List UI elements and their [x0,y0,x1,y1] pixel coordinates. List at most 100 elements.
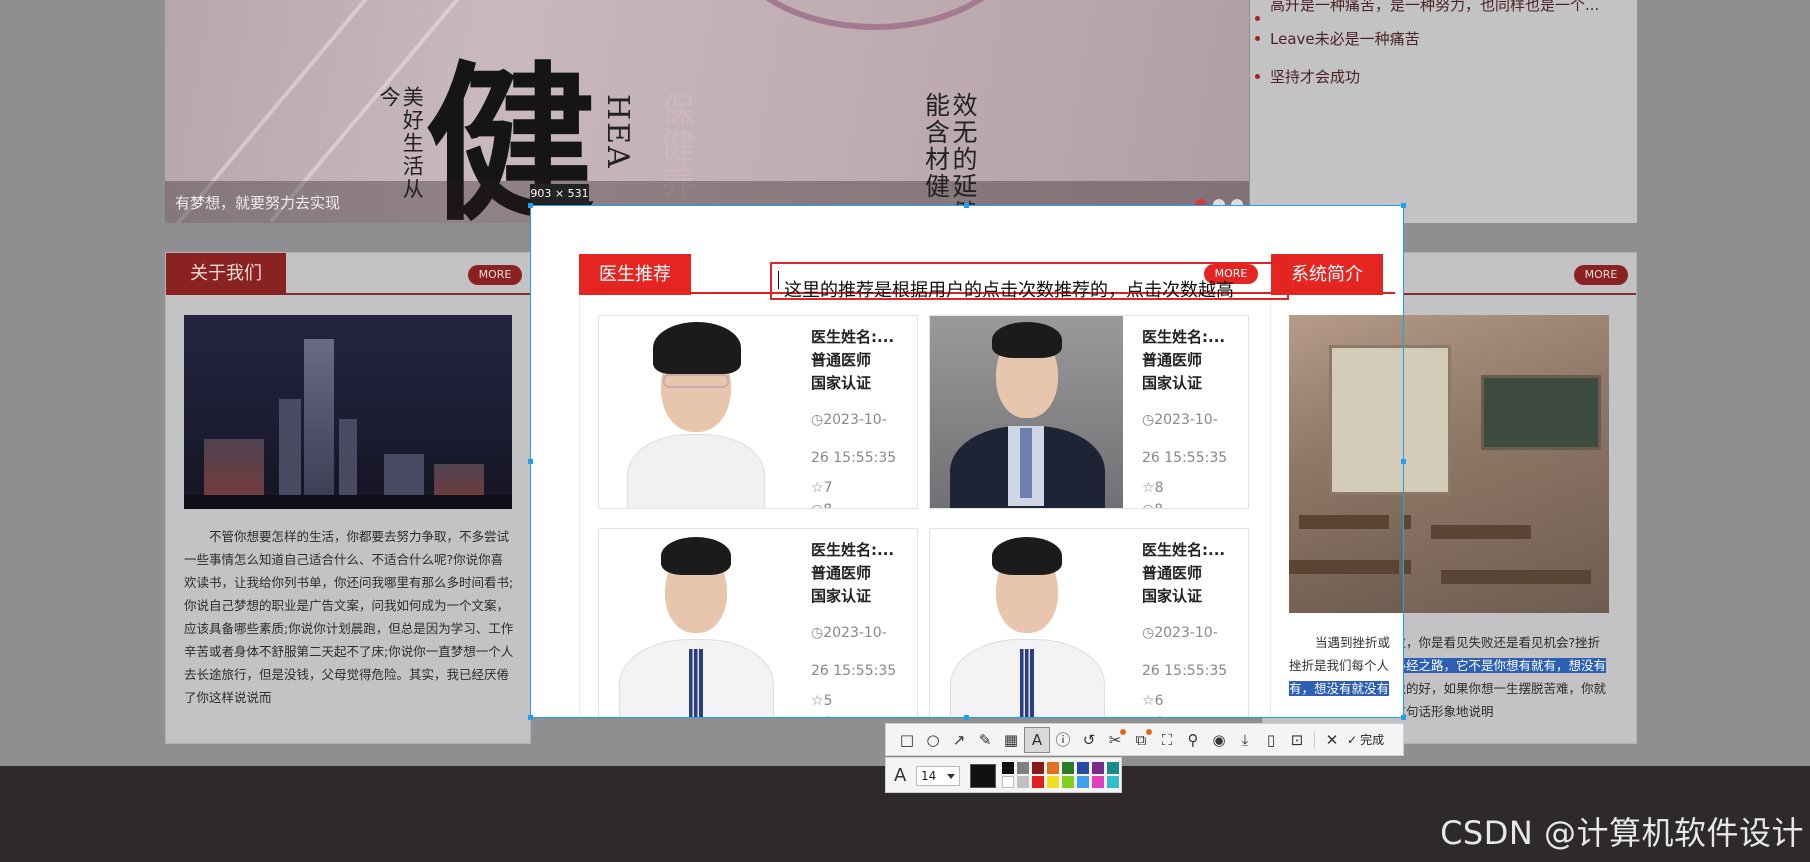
color-swatch[interactable] [1017,762,1029,774]
resize-handle[interactable] [1401,203,1406,208]
doctor-name: 医生姓名:... [1142,328,1226,346]
phone-icon[interactable]: ▯ [1258,727,1284,753]
download-icon[interactable]: ⤓ [1232,727,1258,753]
toolbar-separator [1314,730,1315,749]
color-swatch[interactable] [1047,762,1059,774]
doctor-time-rest: 26 15:55:35 [1142,663,1228,679]
rectangle-icon[interactable]: □ [894,727,920,753]
translate-icon[interactable]: ⧉ [1128,727,1154,753]
doctor-stars: ☆8 [1142,480,1164,496]
color-swatch[interactable] [1077,776,1089,788]
eye-icon: ◎ [811,502,823,508]
doctor-photo [930,529,1123,717]
record-icon[interactable]: ◉ [1206,727,1232,753]
resize-handle[interactable] [964,715,969,720]
color-swatch[interactable] [1062,762,1074,774]
check-icon: ✓ [1347,732,1358,747]
clock-icon: ◷ [811,625,824,641]
doctor-photo [599,316,792,508]
bookmark-icon[interactable]: ⊡ [1284,727,1310,753]
doctor-card[interactable]: 医生姓名:... 普通医师 国家认证 ◷2023-10- 26 15:55:35… [598,315,918,509]
doctor-cert: 国家认证 [811,374,872,392]
color-swatch[interactable] [1092,776,1104,788]
color-swatch[interactable] [1107,776,1119,788]
text-icon[interactable]: A [1024,726,1050,753]
doctor-level: 普通医师 [811,351,872,369]
news-item[interactable]: Leave未必是一种痛苦 [1250,20,1637,58]
color-swatch[interactable] [1092,762,1104,774]
long-screenshot-icon[interactable]: ⛶ [1154,727,1180,753]
doctor-time-rest: 26 15:55:35 [811,450,897,466]
news-item[interactable]: 高升是一种痛苦，是一种努力，也同样也是一个... [1250,0,1637,21]
doctor-info: 医生姓名:... 普通医师 国家认证 ◷2023-10- 26 15:55:35… [1142,326,1242,508]
annotation-textbox[interactable]: 这里的推荐是根据用户的点击次数推荐的，点击次数越高 [770,262,1289,301]
font-icon: A [894,765,907,786]
color-swatch[interactable] [1047,776,1059,788]
doctor-views: ◎6 [1142,712,1242,717]
doctor-time-rest: 26 15:55:35 [811,663,897,679]
resize-handle[interactable] [528,715,533,720]
doctor-card[interactable]: 医生姓名:... 普通医师 国家认证 ◷2023-10- 26 15:55:35… [598,528,918,717]
chevron-down-icon [947,774,955,779]
resize-handle[interactable] [528,203,533,208]
about-more-button[interactable]: MORE [468,265,522,285]
news-item[interactable]: 坚持才会成功 [1250,58,1637,96]
resize-handle[interactable] [1401,715,1406,720]
clock-icon: ◷ [1142,625,1155,641]
doctor-cert: 国家认证 [1142,587,1203,605]
eye-icon: ◎ [1142,715,1154,717]
scissors-icon[interactable]: ✂ [1102,727,1128,753]
system-text-clip: 当遇到挫折或 挫折是我们每个人 有，想没有就没有 [1289,635,1391,696]
arrow-icon[interactable]: ↗ [946,727,972,753]
star-icon: ☆ [1142,693,1155,709]
about-text: 不管你想要怎样的生活，你都要去努力争取，不多尝试一些事情怎么知道自己适合什么、不… [184,529,514,705]
doctor-info: 医生姓名:... 普通医师 国家认证 ◷2023-10- 26 15:55:35… [811,326,911,508]
doctor-time: ◷2023-10- [811,412,887,428]
close-icon[interactable]: ✕ [1319,727,1345,753]
text-caret [778,271,779,289]
ellipse-icon[interactable]: ○ [920,727,946,753]
pen-icon[interactable]: ✎ [972,727,998,753]
doctor-time: ◷2023-10- [811,625,887,641]
color-swatch[interactable] [1032,776,1044,788]
banner-carousel[interactable]: 美好生活从今 健 HEA 保健养 效无的延健能含材健 有梦想，就要努力去实现 [165,0,1249,223]
pin-icon[interactable]: ⚲ [1180,727,1206,753]
color-swatch[interactable] [1002,762,1014,774]
resize-handle[interactable] [1401,459,1406,464]
font-size-value: 14 [921,769,937,783]
doctor-card[interactable]: 医生姓名:... 普通医师 国家认证 ◷2023-10- 26 15:55:35… [929,315,1249,509]
color-swatch[interactable] [1002,776,1014,788]
color-swatch[interactable] [1017,776,1029,788]
city-night-image [184,315,512,509]
banner-arc [725,0,1025,30]
font-size-select[interactable]: 14 [916,766,960,786]
banner-caption: 有梦想，就要努力去实现 [175,194,341,212]
doctor-views: ◎8 [811,499,911,508]
classroom-image-clip [1289,315,1403,613]
doctor-card[interactable]: 医生姓名:... 普通医师 国家认证 ◷2023-10- 26 15:55:35… [929,528,1249,717]
doctor-name: 医生姓名:... [1142,541,1226,559]
doctor-name: 医生姓名:... [811,541,895,559]
mosaic-icon[interactable]: ▦ [998,727,1024,753]
doctor-time: ◷2023-10- [1142,625,1218,641]
done-button[interactable]: ✓ 完成 [1347,731,1384,748]
color-swatch[interactable] [1107,762,1119,774]
capture-selection[interactable]: 医生推荐 MORE 系统简介 医生姓名:... 普通医师 国家认证 ◷2023-… [530,205,1404,718]
banner-vertical-text: HEA [600,94,635,170]
system-more-button[interactable]: MORE [1574,265,1628,285]
clock-icon: ◷ [811,412,824,428]
color-swatch[interactable] [1062,776,1074,788]
resize-handle[interactable] [964,203,969,208]
doctor-stars: ☆6 [1142,693,1164,709]
undo-icon[interactable]: ↺ [1076,727,1102,753]
current-color-swatch[interactable] [970,764,996,788]
info-icon[interactable]: ⓘ [1050,727,1076,753]
doctor-level: 普通医师 [1142,564,1203,582]
text-properties-panel: A 14 [885,757,1122,793]
capture-toolbar: □ ○ ↗ ✎ ▦ A ⓘ ↺ ✂ ⧉ ⛶ ⚲ ◉ ⤓ ▯ ⊡ ✕ ✓ 完成 [885,723,1404,756]
annotation-text[interactable]: 这里的推荐是根据用户的点击次数推荐的，点击次数越高 [778,270,1234,301]
resize-handle[interactable] [528,459,533,464]
color-swatch[interactable] [1032,762,1044,774]
color-swatch[interactable] [1077,762,1089,774]
about-title: 关于我们 [166,253,286,295]
